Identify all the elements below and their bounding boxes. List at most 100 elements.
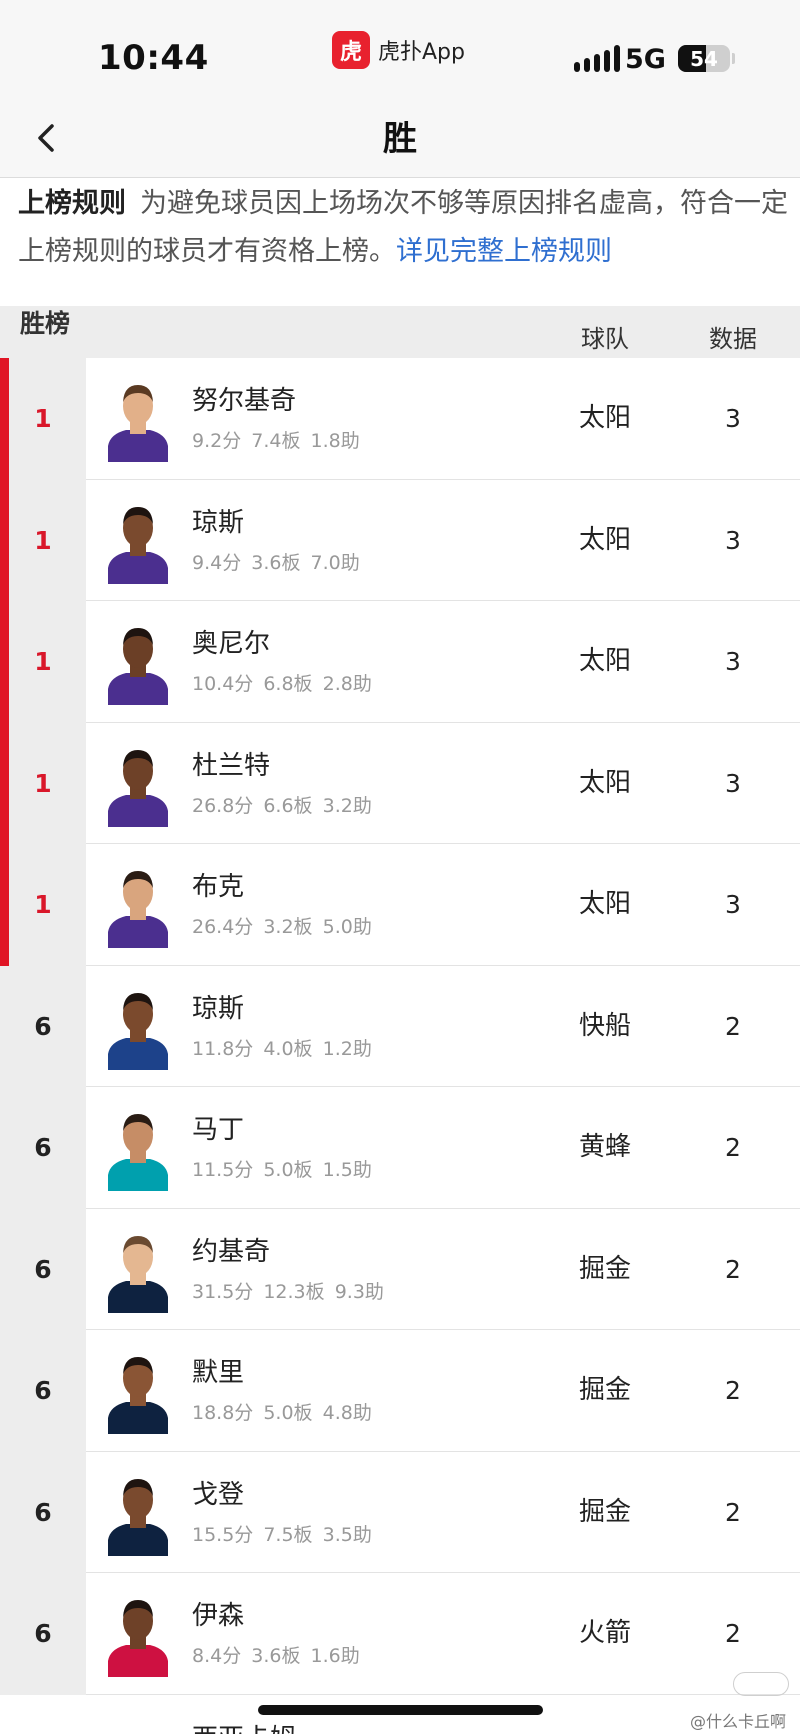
rank-number: 6 — [34, 1497, 52, 1527]
rank-cell: 1 — [0, 722, 86, 844]
table-header: 胜榜 球队 数据 — [0, 306, 800, 358]
rules-title: 上榜规则 — [18, 188, 126, 219]
win-count: 3 — [725, 768, 741, 798]
player-avatar-icon — [108, 871, 168, 948]
player-avatar-icon — [108, 1235, 168, 1313]
player-stats: 9.4分 3.6板 7.0助 — [192, 551, 360, 574]
rank-number: 6 — [34, 1376, 52, 1406]
row-content: 马丁 11.5分 5.0板 1.5助 黄蜂 2 — [86, 1087, 800, 1209]
player-avatar-icon — [108, 1357, 168, 1434]
rank-number: 1 — [34, 525, 52, 555]
player-avatar-icon — [108, 506, 168, 584]
table-row[interactable]: 6 马丁 11.5分 5.0板 1.5助 黄蜂 2 — [0, 1087, 800, 1209]
win-count: 3 — [725, 647, 741, 676]
status-bar: 10:44 虎 虎扑App 5G 54 — [0, 0, 800, 100]
header-data: 数据 — [709, 325, 757, 353]
status-time: 10:44 — [98, 38, 209, 78]
row-content: 琼斯 9.4分 3.6板 7.0助 太阳 3 — [86, 480, 800, 601]
table-row[interactable]: 6 伊森 8.4分 3.6板 1.6助 火箭 2 — [0, 1573, 800, 1695]
table-row[interactable]: 6 琼斯 11.8分 4.0板 1.2助 快船 2 — [0, 965, 800, 1087]
player-stats: 10.4分 6.8板 2.8助 — [192, 673, 372, 695]
rank-number: 6 — [34, 1619, 52, 1649]
player-stats: 11.8分 4.0板 1.2助 — [192, 1037, 372, 1060]
win-count: 2 — [725, 1254, 741, 1284]
win-count: 3 — [725, 525, 741, 555]
player-name: 默里 — [192, 1358, 245, 1388]
table-row[interactable]: 6 戈登 15.5分 7.5板 3.5助 掘金 2 — [0, 1451, 800, 1573]
header-team: 球队 — [581, 325, 629, 353]
table-row[interactable]: 1 琼斯 9.4分 3.6板 7.0助 太阳 3 — [0, 479, 800, 601]
rank-highlight-bar — [0, 844, 9, 966]
app-logo-icon: 虎 — [332, 31, 370, 69]
win-count: 3 — [725, 890, 741, 919]
team-name: 掘金 — [578, 1375, 631, 1405]
team-name: 掘金 — [578, 1496, 631, 1527]
win-count: 3 — [725, 404, 741, 433]
row-content: 约基奇 31.5分 12.3板 9.3助 掘金 2 — [86, 1209, 800, 1330]
rank-number: 1 — [34, 404, 52, 434]
team-name: 火箭 — [578, 1618, 631, 1648]
rank-number: 6 — [34, 1254, 52, 1284]
rank-cell: 6 — [0, 1330, 86, 1452]
player-name: 约基奇 — [192, 1236, 271, 1267]
rank-cell: 6 — [0, 1451, 86, 1573]
rank-highlight-bar — [0, 358, 9, 480]
table-row[interactable]: 6 约基奇 31.5分 12.3板 9.3助 掘金 2 — [0, 1208, 800, 1330]
cellular-signal-icon — [574, 44, 620, 72]
player-name: 马丁 — [192, 1115, 245, 1145]
rank-cell: 1 — [0, 479, 86, 601]
app-badge[interactable]: 虎 虎扑App — [332, 30, 465, 70]
team-name: 掘金 — [578, 1253, 631, 1284]
row-content: 奥尼尔 10.4分 6.8板 2.8助 太阳 3 — [86, 601, 800, 723]
player-stats: 26.8分 6.6板 3.2助 — [192, 794, 372, 817]
player-avatar-icon — [108, 1600, 168, 1677]
table-row[interactable]: 1 努尔基奇 9.2分 7.4板 1.8助 太阳 3 — [0, 358, 800, 480]
win-count: 2 — [725, 1011, 741, 1041]
chevron-left-icon[interactable] — [26, 118, 66, 158]
player-avatar-icon — [108, 628, 168, 705]
player-stats: 9.2分 7.4板 1.8助 — [192, 430, 360, 452]
header-rank: 胜榜 — [20, 309, 71, 338]
team-name: 太阳 — [578, 403, 631, 433]
rank-cell: 6 — [0, 965, 86, 1087]
row-content: 伊森 8.4分 3.6板 1.6助 火箭 2 — [86, 1573, 800, 1695]
player-name: 琼斯 — [192, 993, 245, 1024]
rank-highlight-bar — [0, 601, 9, 723]
watermark-logo — [733, 1672, 789, 1696]
win-count: 2 — [725, 1133, 741, 1162]
player-name: 努尔基奇 — [192, 386, 297, 416]
table-row[interactable]: 1 奥尼尔 10.4分 6.8板 2.8助 太阳 3 — [0, 601, 800, 723]
player-name: 琼斯 — [192, 507, 245, 538]
rank-cell: 6 — [0, 1208, 86, 1330]
player-avatar-icon — [108, 992, 168, 1070]
table-row[interactable]: 1 杜兰特 26.8分 6.6板 3.2助 太阳 3 — [0, 722, 800, 844]
team-name: 太阳 — [578, 524, 631, 555]
rank-number: 6 — [34, 1133, 52, 1163]
rank-highlight-bar — [0, 479, 9, 601]
home-indicator[interactable] — [258, 1705, 543, 1715]
win-count: 2 — [725, 1497, 741, 1527]
rank-cell: 1 — [0, 358, 86, 480]
player-stats: 8.4分 3.6板 1.6助 — [192, 1645, 360, 1667]
row-content: 琼斯 11.8分 4.0板 1.2助 快船 2 — [86, 966, 800, 1087]
team-name: 太阳 — [578, 767, 631, 798]
rank-number: 1 — [34, 890, 52, 920]
rank-highlight-bar — [0, 722, 9, 844]
player-avatar-icon — [108, 1478, 168, 1556]
rank-number: 6 — [34, 1011, 52, 1041]
table-row[interactable]: 6 默里 18.8分 5.0板 4.8助 掘金 2 — [0, 1330, 800, 1452]
player-name: 伊森 — [192, 1601, 245, 1631]
app-name: 虎扑App — [378, 40, 465, 65]
rank-cell: 1 — [0, 844, 86, 966]
battery-icon: 54 — [678, 45, 730, 72]
network-type: 5G — [625, 44, 666, 75]
row-content: 默里 18.8分 5.0板 4.8助 掘金 2 — [86, 1330, 800, 1452]
full-rules-link[interactable]: 详见完整上榜规则 — [396, 236, 612, 267]
battery-level: 54 — [690, 46, 718, 71]
player-avatar-icon — [108, 749, 168, 827]
partial-player-name: 西亚卡姆 — [192, 1718, 296, 1734]
page-title: 胜 — [383, 119, 417, 159]
table-row[interactable]: 1 布克 26.4分 3.2板 5.0助 太阳 3 — [0, 844, 800, 966]
player-avatar-icon — [108, 1114, 168, 1191]
player-stats: 18.8分 5.0板 4.8助 — [192, 1402, 372, 1424]
